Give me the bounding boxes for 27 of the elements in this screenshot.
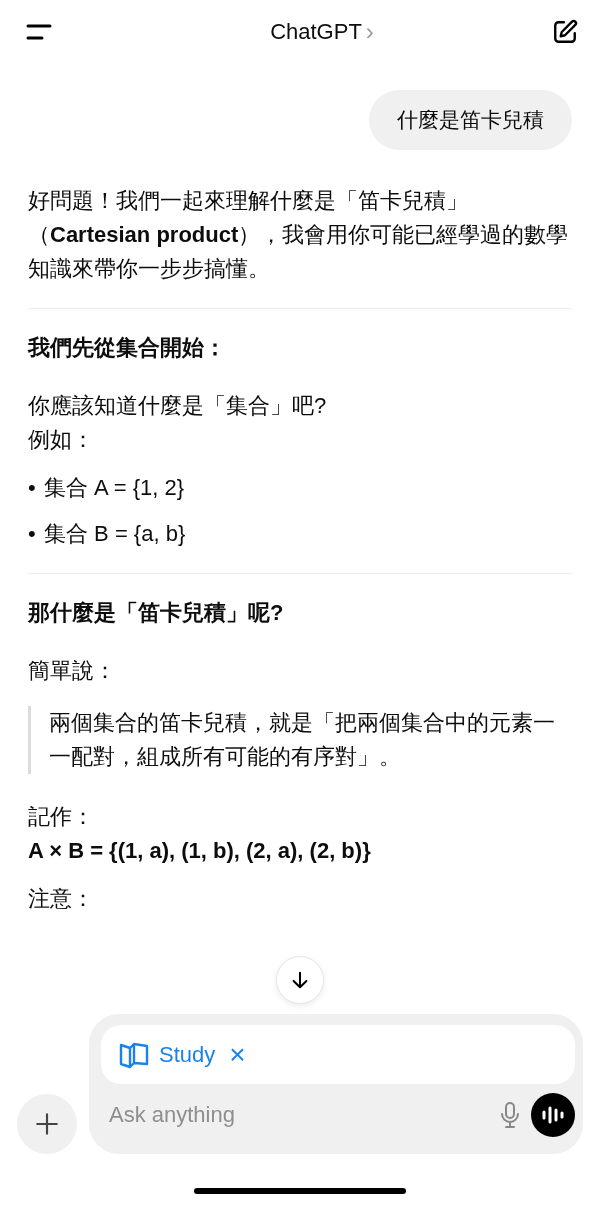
list-item-text: 集合 A = {1, 2}	[44, 474, 185, 502]
message-text: 例如：	[28, 426, 95, 454]
list-item-text: 集合 B = {a, b}	[44, 520, 186, 548]
chevron-icon[interactable]: ›	[365, 18, 374, 46]
section-heading: 我們先從集合開始：	[28, 334, 227, 362]
voice-button[interactable]	[531, 1093, 575, 1137]
message-text: A × B = {(1, a), (1, b), (2, a), (2, b)}	[28, 837, 372, 865]
message-text: 你應該知道什麼是「集合」吧?	[28, 392, 328, 420]
message-text: 注意：	[28, 885, 95, 913]
app-title[interactable]: ChatGPT	[270, 19, 362, 45]
user-message: 什麼是笛卡兒積	[369, 90, 572, 150]
waveform-icon	[541, 1104, 565, 1126]
section-heading: 那什麼是「笛卡兒積」呢?	[28, 599, 285, 627]
message-text: 好問題！我們一起來理解什麼是「笛卡兒積」（Cartesian product），我會用你可能已經學過的數學知識來帶你一步步搞懂。	[28, 187, 570, 283]
plus-icon	[34, 1111, 60, 1137]
block-quote: 兩個集合的笛卡兒積，就是「把兩個集合中的元素一一配對，組成所有可能的有序對」。	[28, 706, 572, 774]
scroll-down-button[interactable]	[276, 956, 324, 1004]
remove-tool-button[interactable]: ×	[225, 1038, 250, 1071]
message-text: 記作：	[28, 803, 95, 831]
microphone-icon[interactable]	[499, 1101, 521, 1129]
bullet-mark: •	[28, 520, 36, 548]
message-input[interactable]: Ask anything	[101, 1101, 489, 1129]
tool-chip[interactable]: Study ×	[101, 1025, 575, 1084]
message-text: 簡單說：	[28, 657, 117, 685]
book-icon	[119, 1040, 149, 1069]
bullet-mark: •	[28, 474, 36, 502]
tool-label: Study	[159, 1041, 216, 1068]
